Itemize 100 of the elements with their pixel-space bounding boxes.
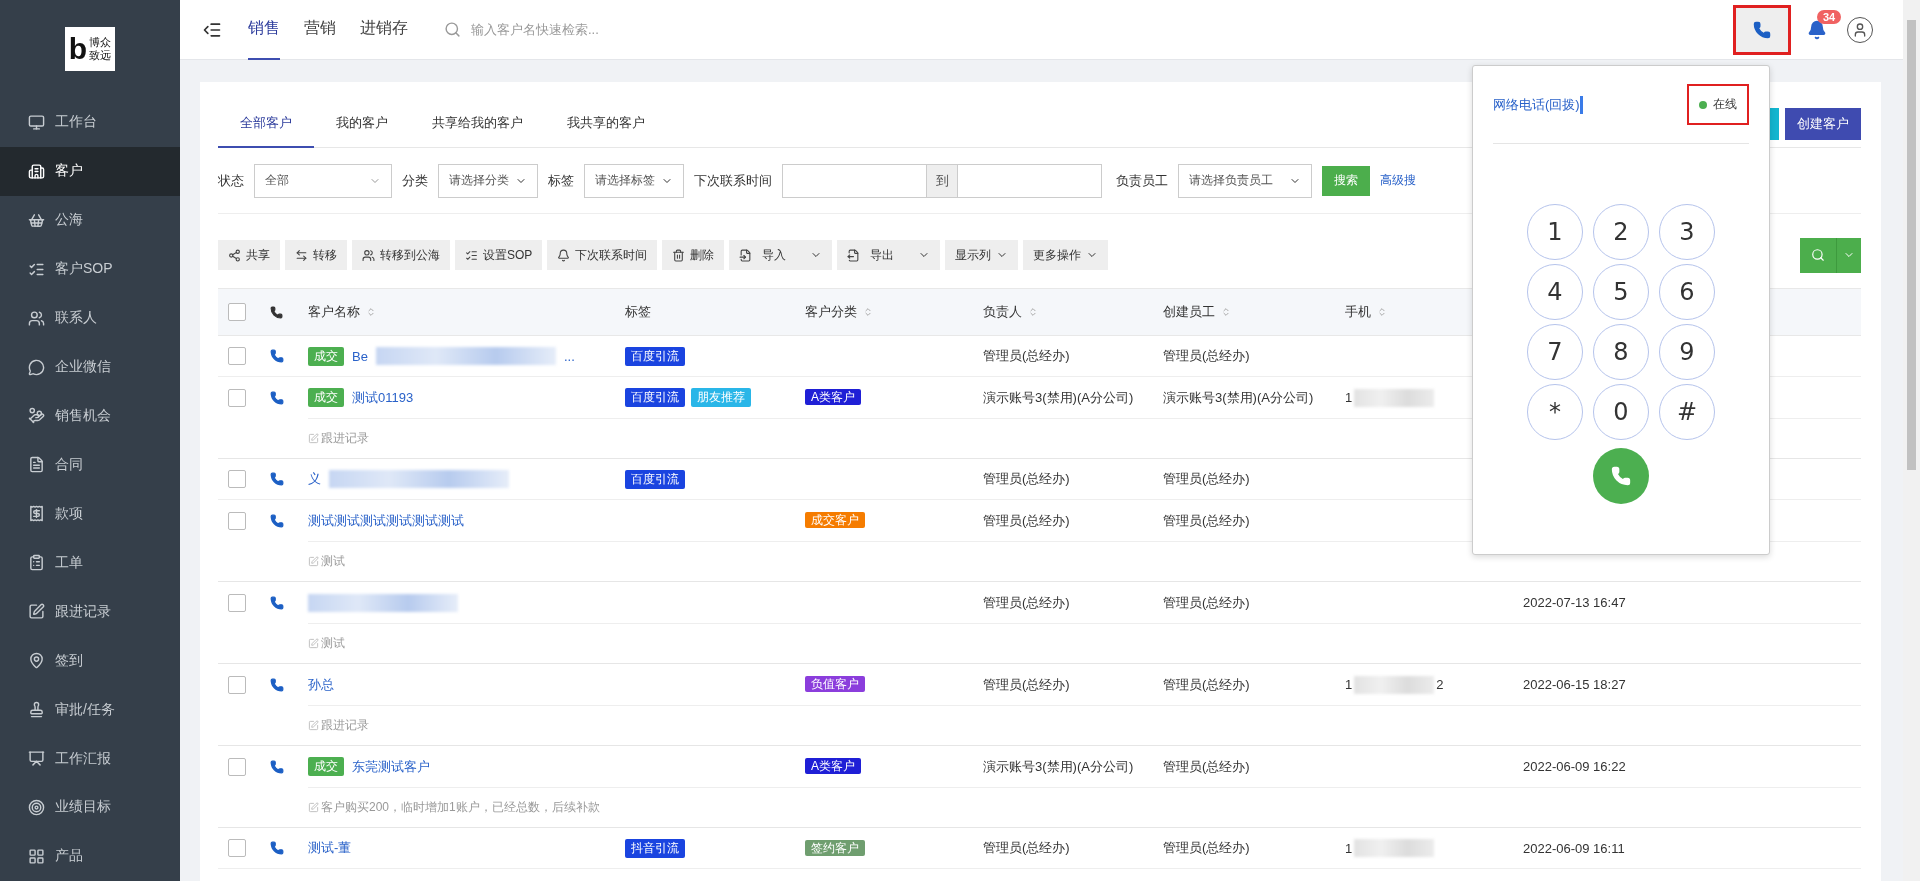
customer-name-link[interactable]: 孙总 (308, 675, 334, 694)
follow-up-note: 测试 (321, 635, 345, 652)
table-cell-text: 管理员(总经办) (1163, 757, 1251, 776)
customer-tab[interactable]: 全部客户 (218, 99, 314, 148)
sidebar-item[interactable]: 企业微信 (0, 342, 180, 392)
table-cell-text: 2022-06-09 16:11 (1523, 840, 1626, 856)
column-header[interactable]: 创建员工 (1163, 303, 1345, 321)
checkbox[interactable] (228, 839, 246, 857)
nav-tab[interactable]: 进销存 (360, 0, 408, 60)
owner-select[interactable]: 请选择负责员工 (1178, 163, 1312, 198)
nav-tab[interactable]: 销售 (248, 0, 280, 60)
dial-key[interactable]: 6 (1659, 264, 1715, 320)
column-header[interactable]: 客户名称 (308, 303, 625, 321)
customer-name-link[interactable]: 义 (308, 470, 321, 488)
column-header[interactable]: 负责人 (983, 303, 1163, 321)
date-range-field[interactable]: 到 (782, 163, 1102, 198)
customer-name-link[interactable]: Be (352, 348, 368, 364)
nav-tab[interactable]: 营销 (304, 0, 336, 60)
dial-key[interactable]: 0 (1593, 384, 1649, 440)
customer-name-link[interactable]: 测试01193 (352, 388, 414, 407)
toolbar-button[interactable]: 导出 (837, 240, 941, 270)
customer-name-link[interactable]: 测试测试测试测试测试测试 (308, 511, 464, 530)
toolbar-icon (672, 248, 686, 262)
dial-key[interactable]: 9 (1659, 324, 1715, 380)
sidebar-item[interactable]: 联系人 (0, 293, 180, 343)
tag: 抖音引流 (625, 838, 685, 858)
customer-name-link[interactable]: 测试-董 (308, 839, 352, 857)
customer-tab[interactable]: 我共享的客户 (545, 99, 667, 148)
sidebar-item[interactable]: 业绩目标 (0, 783, 180, 832)
search-button[interactable] (1800, 237, 1836, 273)
sidebar-item[interactable]: 签到 (0, 636, 180, 686)
checkbox[interactable] (228, 511, 246, 530)
status-select[interactable]: 全部 (254, 163, 392, 198)
dial-key[interactable]: 8 (1593, 324, 1649, 380)
table-cell-text: 2022-06-09 16:22 (1523, 759, 1627, 774)
category-tag: A类客户 (805, 758, 861, 774)
sidebar-item[interactable]: 公海 (0, 195, 180, 245)
checkbox[interactable] (228, 388, 246, 407)
dial-key[interactable]: 1 (1527, 204, 1583, 260)
sidebar-item[interactable]: 工作台 (0, 97, 180, 147)
sidebar-item[interactable]: 款项 (0, 489, 180, 539)
checkbox[interactable] (228, 303, 246, 321)
advanced-search-link[interactable]: 高级搜 (1380, 172, 1416, 189)
toolbar-button[interactable]: 下次联系时间 (547, 240, 658, 270)
table-cell-text: 管理员(总经办) (1163, 511, 1251, 530)
toolbar-button[interactable]: 删除 (662, 240, 725, 270)
toolbar-button[interactable]: 设置SOP (455, 240, 543, 270)
dial-key[interactable]: * (1527, 384, 1583, 440)
phone-icon (270, 513, 284, 528)
toolbar-button[interactable]: 转移到公海 (352, 240, 450, 270)
sidebar-item[interactable]: 跟进记录 (0, 587, 180, 637)
phone-button[interactable] (1733, 4, 1791, 55)
toolbar-button[interactable]: 共享 (218, 240, 280, 270)
category-select[interactable]: 请选择分类 (438, 163, 538, 198)
sidebar-item[interactable]: 客户SOP (0, 244, 180, 294)
menu-item-icon (28, 750, 45, 768)
dial-key[interactable]: 4 (1527, 264, 1583, 320)
scrollbar[interactable] (1903, 0, 1920, 881)
tag-select[interactable]: 请选择标签 (584, 163, 684, 198)
table-cell-text: 管理员(总经办) (983, 675, 1071, 694)
menu-item-icon (28, 847, 45, 865)
sidebar-item[interactable]: 工作汇报 (0, 734, 180, 783)
phone-icon (270, 677, 284, 692)
customer-name-link[interactable]: 东莞测试客户 (352, 757, 430, 776)
phone-number: 1 (1345, 390, 1353, 405)
checkbox[interactable] (228, 347, 246, 365)
toolbar-button[interactable]: 显示列 (945, 240, 1019, 270)
toolbar-button[interactable]: 转移 (285, 240, 347, 270)
dial-key[interactable]: 3 (1659, 204, 1715, 260)
dial-key[interactable]: 7 (1527, 324, 1583, 380)
customer-tab[interactable]: 共享给我的客户 (410, 99, 545, 148)
checkbox[interactable] (228, 470, 246, 488)
filter-label: 状态 (218, 171, 244, 190)
call-button[interactable] (1593, 448, 1649, 504)
create-customer-button[interactable]: 创建客户 (1785, 107, 1861, 140)
dial-key[interactable]: 5 (1593, 264, 1649, 320)
sidebar-item[interactable]: 客户 (0, 146, 180, 196)
sidebar-item[interactable]: 合同 (0, 440, 180, 490)
phone-icon (270, 390, 284, 405)
edit-icon (308, 556, 319, 567)
table-cell-text: 2022-07-13 16:47 (1523, 595, 1627, 610)
sidebar-item[interactable]: 审批/任务 (0, 685, 180, 735)
toolbar-button[interactable]: 更多操作 (1023, 240, 1109, 270)
checkbox[interactable] (228, 675, 246, 694)
dialer-title: 网络电话(回拨) (1493, 95, 1583, 114)
sidebar-item[interactable]: 工单 (0, 538, 180, 588)
dropdown-button[interactable] (1836, 237, 1861, 273)
customer-tab[interactable]: 我的客户 (314, 99, 410, 148)
dial-key[interactable]: 2 (1593, 204, 1649, 260)
phone-icon (270, 595, 284, 610)
column-header[interactable]: 手机 (1345, 303, 1523, 321)
tag: 百度引流 (625, 346, 685, 366)
toolbar-icon (228, 248, 241, 262)
dial-key[interactable]: # (1659, 384, 1715, 440)
checkbox[interactable] (228, 757, 246, 776)
checkbox[interactable] (228, 593, 246, 612)
sidebar-item[interactable]: 产品 (0, 831, 180, 881)
column-header[interactable]: 客户分类 (805, 303, 983, 321)
sidebar-item[interactable]: 销售机会 (0, 391, 180, 441)
toolbar-button[interactable]: 导入 (729, 240, 833, 270)
